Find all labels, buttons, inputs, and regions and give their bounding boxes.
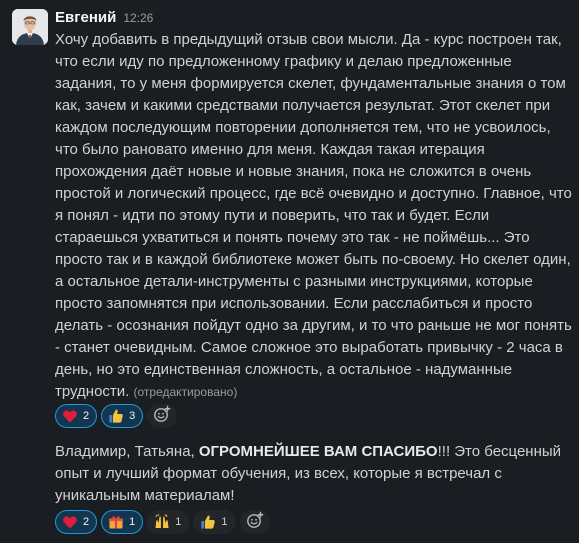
reaction-raised-hands[interactable]: 1 (147, 510, 190, 534)
add-reaction-button[interactable] (147, 404, 178, 428)
thumbs-up-icon (200, 514, 216, 530)
author-name[interactable]: Евгений (55, 9, 116, 26)
message-text: Хочу добавить в предыдущий отзыв свои мы… (55, 29, 574, 403)
reaction-count: 1 (175, 516, 182, 528)
reaction-count: 1 (221, 516, 228, 528)
reactions-bar: 2 1 1 1 (55, 510, 270, 534)
thumbs-up-icon (108, 408, 124, 424)
message-body-bold: ОГРОМНЕЙШЕЕ ВАМ СПАСИБО (198, 443, 438, 460)
reaction-count: 1 (129, 516, 136, 528)
edited-label: (отредактировано) (133, 385, 238, 399)
timestamp[interactable]: 12:26 (123, 11, 153, 25)
reaction-heart[interactable]: 2 (55, 510, 98, 534)
add-emoji-icon (153, 405, 171, 428)
message-body: Хочу добавить в предыдущий отзыв свои мы… (55, 31, 572, 400)
reaction-count: 3 (129, 410, 136, 422)
message-body-start: Владимир, Татьяна, (55, 443, 199, 460)
reaction-thumbs-up[interactable]: 3 (101, 404, 144, 428)
reactions-bar: 2 3 (55, 404, 178, 428)
reaction-thumbs-up[interactable]: 1 (193, 510, 236, 534)
reaction-count: 2 (83, 410, 90, 422)
reaction-heart[interactable]: 2 (55, 404, 98, 428)
message-text: Владимир, Татьяна, ОГРОМНЕЙШЕЕ ВАМ СПАСИ… (55, 441, 574, 507)
gift-icon (108, 514, 124, 530)
avatar[interactable] (12, 9, 48, 45)
message-header: Евгений 12:26 (55, 8, 153, 28)
add-reaction-button[interactable] (239, 510, 270, 534)
reaction-count: 2 (83, 516, 90, 528)
heart-icon (62, 514, 78, 530)
heart-icon (62, 408, 78, 424)
reaction-gift[interactable]: 1 (101, 510, 144, 534)
raised-hands-icon (154, 514, 170, 530)
add-emoji-icon (246, 511, 264, 534)
